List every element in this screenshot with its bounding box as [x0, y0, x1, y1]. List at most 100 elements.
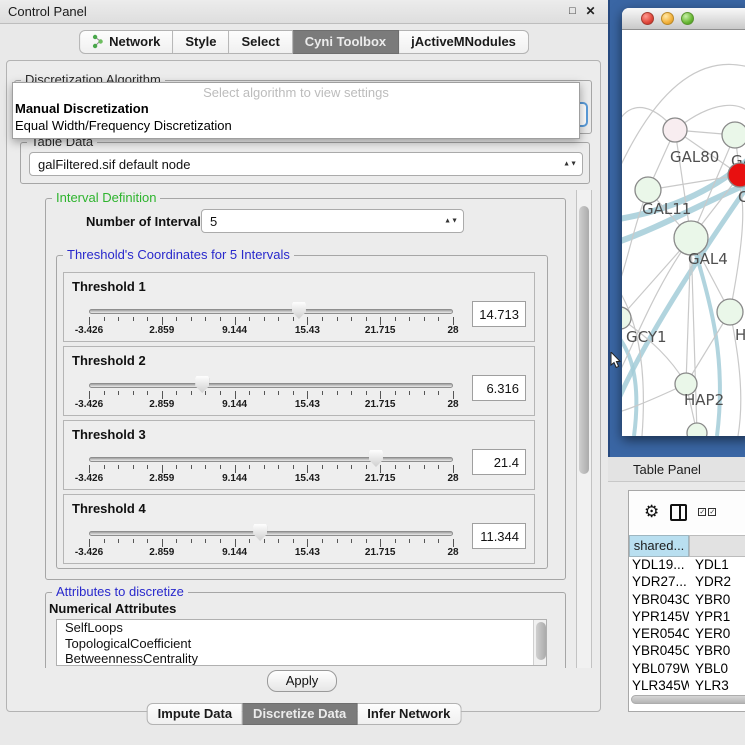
tick-mark [424, 539, 425, 543]
scale-label: 9.144 [222, 473, 247, 484]
network-node[interactable] [622, 307, 631, 329]
apply-button[interactable]: Apply [267, 670, 337, 692]
threshold-slider-track[interactable] [89, 309, 453, 314]
slider-scale-labels: -3.4262.8599.14415.4321.71528 [89, 325, 453, 337]
split-columns-icon[interactable] [670, 504, 687, 521]
float-window-button[interactable]: □ [565, 4, 580, 19]
table-row[interactable]: YDL19...YDL1 [629, 557, 745, 574]
table-cell: YBL079W [629, 661, 689, 678]
tick-mark [337, 317, 338, 321]
threshold-slider-track[interactable] [89, 531, 453, 536]
threshold-slider-track[interactable] [89, 383, 453, 388]
scale-label: 28 [447, 547, 458, 558]
table-cell: YDR27... [629, 574, 689, 591]
tick-mark [424, 465, 425, 469]
table-row[interactable]: YPR145WYPR1 [629, 609, 745, 626]
table-horizontal-scrollbar-thumb[interactable] [631, 695, 745, 704]
close-icon[interactable]: ✕ [583, 4, 598, 19]
desktop-right-region: GAL80GACGAL11GAL4GCY1HHAP2 Table Panel ⚙… [608, 0, 745, 745]
network-node[interactable] [687, 423, 707, 436]
table-row[interactable]: YBR045CYBR0 [629, 643, 745, 660]
slider-scale-labels: -3.4262.8599.14415.4321.71528 [89, 473, 453, 485]
tick-mark [409, 317, 410, 321]
scale-label: 15.43 [295, 547, 320, 558]
numerical-attributes-list: SelfLoopsTopologicalCoefficientBetweenne… [56, 619, 547, 666]
algorithm-option[interactable]: Manual Discretization [13, 100, 579, 117]
network-node[interactable] [663, 118, 687, 142]
panel-scrollbar-thumb[interactable] [579, 206, 589, 474]
tab-discretize-data[interactable]: Discretize Data [243, 703, 357, 725]
tick-mark [322, 317, 323, 321]
tab-select[interactable]: Select [229, 30, 292, 54]
network-node[interactable] [717, 299, 743, 325]
close-traffic-light-icon[interactable] [641, 12, 654, 25]
control-panel-title: Control Panel [8, 4, 87, 19]
network-node[interactable] [722, 122, 745, 148]
node-table-card: ⚙ ✓ ✓ shared...n YDL19...YDL1YDR27...YDR… [628, 490, 745, 712]
tab-jactivemnodules[interactable]: jActiveMNodules [399, 30, 529, 54]
tick-mark [293, 539, 294, 543]
network-node[interactable] [728, 163, 745, 187]
threshold-value-field[interactable]: 21.4 [472, 449, 526, 475]
number-of-intervals-select[interactable]: 5 ▲▼ [201, 209, 464, 233]
algorithm-option[interactable]: Equal Width/Frequency Discretization [13, 117, 579, 134]
table-panel-title: Table Panel [633, 462, 701, 477]
table-cell: YBR045C [629, 643, 689, 660]
table-data-selected-value: galFiltered.sif default node [38, 157, 190, 172]
table-row[interactable]: YER054CYER0 [629, 626, 745, 643]
network-window-titlebar[interactable] [622, 8, 745, 30]
tick-mark [351, 539, 352, 543]
tick-mark [235, 317, 236, 325]
tab-style[interactable]: Style [173, 30, 229, 54]
tick-mark [366, 539, 367, 543]
table-row[interactable]: YDR27...YDR2 [629, 574, 745, 591]
zoom-traffic-light-icon[interactable] [681, 12, 694, 25]
attribute-list-item[interactable]: SelfLoops [57, 620, 546, 636]
tab-impute-data[interactable]: Impute Data [147, 703, 243, 725]
network-canvas[interactable]: GAL80GACGAL11GAL4GCY1HHAP2 [622, 30, 745, 436]
table-row[interactable]: YLR345WYLR3 [629, 678, 745, 693]
scale-label: 28 [447, 399, 458, 410]
tab-cyni-toolbox[interactable]: Cyni Toolbox [293, 30, 399, 54]
tick-mark [322, 539, 323, 543]
network-view-window[interactable]: GAL80GACGAL11GAL4GCY1HHAP2 [622, 8, 745, 436]
tick-mark [147, 539, 148, 543]
gear-icon[interactable]: ⚙ [644, 502, 659, 522]
tick-mark [438, 317, 439, 321]
table-data-group: Table Data galFiltered.sif default node … [20, 142, 590, 184]
table-cell: YDL1 [689, 557, 745, 574]
threshold-value-field[interactable]: 11.344 [472, 523, 526, 549]
scale-label: 2.859 [149, 325, 174, 336]
attribute-list-item[interactable]: TopologicalCoefficient [57, 636, 546, 652]
column-visibility-icons[interactable]: ✓ ✓ [698, 508, 716, 516]
tick-mark [351, 465, 352, 469]
minimize-traffic-light-icon[interactable] [661, 12, 674, 25]
slider-scale-labels: -3.4262.8599.14415.4321.71528 [89, 547, 453, 559]
table-column-header-name[interactable]: n [689, 535, 745, 557]
attribute-list-item[interactable]: BetweennessCentrality [57, 651, 546, 666]
tab-infer-network[interactable]: Infer Network [357, 703, 461, 725]
threshold-label: Threshold 3 [72, 427, 146, 442]
tick-mark [322, 391, 323, 395]
tick-mark [453, 317, 454, 325]
panel-scrollbar[interactable] [576, 190, 592, 668]
table-horizontal-scrollbar[interactable] [631, 695, 745, 704]
table-row[interactable]: YBR043CYBR0 [629, 592, 745, 609]
threshold-value-field[interactable]: 6.316 [472, 375, 526, 401]
list-scrollbar[interactable] [533, 620, 546, 666]
threshold-value-field[interactable]: 14.713 [472, 301, 526, 327]
threshold-label: Threshold 1 [72, 279, 146, 294]
table-column-header-shared-name[interactable]: shared... [629, 535, 689, 557]
tick-mark [89, 465, 90, 473]
table-cell: YLR345W [629, 678, 689, 693]
tick-mark [453, 465, 454, 473]
tick-mark [176, 465, 177, 469]
tick-mark [438, 539, 439, 543]
table-row[interactable]: YBL079WYBL0 [629, 661, 745, 678]
slider-ticks [89, 391, 453, 399]
tab-network[interactable]: Network [79, 30, 173, 54]
tick-mark [118, 539, 119, 543]
threshold-slider-track[interactable] [89, 457, 453, 462]
table-data-select[interactable]: galFiltered.sif default node ▲▼ [29, 152, 583, 176]
tick-mark [278, 465, 279, 469]
